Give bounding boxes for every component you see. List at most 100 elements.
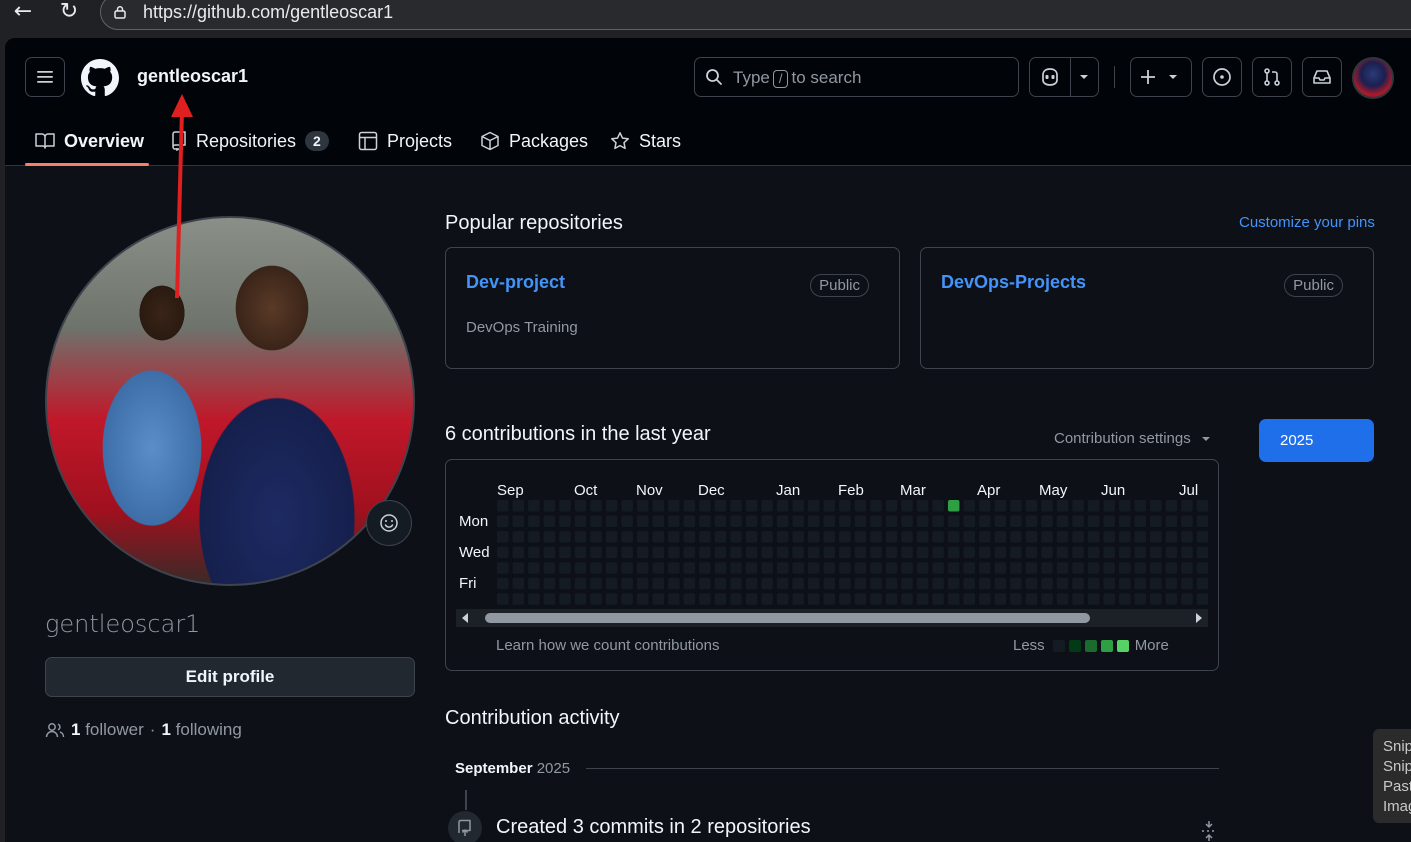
- issues-button[interactable]: [1202, 57, 1242, 97]
- following-link[interactable]: 1 following: [161, 720, 241, 740]
- contribution-cell[interactable]: [1103, 500, 1115, 512]
- contribution-cell[interactable]: [1072, 593, 1084, 605]
- contribution-cell[interactable]: [1056, 531, 1069, 543]
- contribution-cell[interactable]: [947, 593, 960, 605]
- contribution-cell[interactable]: [528, 500, 540, 512]
- contribution-cell[interactable]: [776, 531, 789, 543]
- contribution-cell[interactable]: [1041, 577, 1053, 590]
- copilot-button[interactable]: [1029, 57, 1099, 97]
- contribution-cell[interactable]: [808, 531, 820, 543]
- set-status-button[interactable]: [366, 500, 412, 546]
- contribution-cell[interactable]: [1134, 531, 1147, 543]
- contribution-cell[interactable]: [776, 515, 789, 528]
- contribution-cell[interactable]: [963, 562, 976, 574]
- contribution-cell[interactable]: [1103, 593, 1115, 605]
- contribution-cell[interactable]: [668, 546, 680, 559]
- contribution-cell[interactable]: [916, 577, 929, 590]
- contribution-cell[interactable]: [512, 515, 525, 528]
- contribution-cell[interactable]: [979, 546, 991, 559]
- contribution-cell[interactable]: [792, 531, 804, 543]
- contribution-cell[interactable]: [668, 562, 680, 574]
- contribution-cell[interactable]: [839, 577, 851, 590]
- contribution-cell[interactable]: [854, 515, 867, 528]
- contribution-cell[interactable]: [916, 500, 929, 512]
- contribution-cell[interactable]: [885, 562, 898, 574]
- contribution-cell[interactable]: [512, 562, 525, 574]
- contribution-cell[interactable]: [823, 500, 836, 512]
- contribution-cell[interactable]: [1165, 546, 1178, 559]
- tab-stars[interactable]: Stars: [610, 116, 681, 166]
- contribution-cell[interactable]: [699, 593, 711, 605]
- contribution-cell[interactable]: [590, 531, 602, 543]
- contribution-cell[interactable]: [1119, 531, 1131, 543]
- contribution-cell[interactable]: [636, 546, 649, 559]
- contribution-cell[interactable]: [590, 515, 602, 528]
- contribution-cell[interactable]: [963, 546, 976, 559]
- contribution-cell[interactable]: [652, 562, 665, 574]
- contribution-cell[interactable]: [901, 500, 913, 512]
- chevron-down-icon[interactable]: [1079, 73, 1089, 81]
- contribution-cell[interactable]: [1181, 500, 1193, 512]
- contribution-cell[interactable]: [963, 531, 976, 543]
- contribution-cell[interactable]: [528, 546, 540, 559]
- contribution-cell[interactable]: [636, 531, 649, 543]
- contribution-cell[interactable]: [885, 546, 898, 559]
- contribution-cell[interactable]: [1041, 515, 1053, 528]
- contribution-cell[interactable]: [963, 515, 976, 528]
- contribution-cell[interactable]: [839, 531, 851, 543]
- contribution-cell[interactable]: [854, 531, 867, 543]
- contribution-cell[interactable]: [1025, 546, 1038, 559]
- contribution-cell[interactable]: [1072, 500, 1084, 512]
- contribution-cell[interactable]: [512, 531, 525, 543]
- contribution-cell[interactable]: [823, 577, 836, 590]
- reload-icon[interactable]: ↻: [54, 0, 84, 26]
- contribution-cell[interactable]: [808, 593, 820, 605]
- contribution-cell[interactable]: [979, 577, 991, 590]
- contribution-cell[interactable]: [574, 515, 587, 528]
- contribution-cell[interactable]: [1010, 500, 1022, 512]
- contribution-cell[interactable]: [761, 531, 773, 543]
- contribution-cell[interactable]: [1103, 577, 1115, 590]
- contribution-cell[interactable]: [808, 515, 820, 528]
- contribution-cell[interactable]: [745, 515, 758, 528]
- contribution-cell[interactable]: [870, 562, 882, 574]
- contribution-cell[interactable]: [1119, 562, 1131, 574]
- contribution-cell[interactable]: [808, 577, 820, 590]
- contribution-cell[interactable]: [839, 500, 851, 512]
- contribution-cell[interactable]: [1134, 500, 1147, 512]
- scrollbar-thumb[interactable]: [485, 613, 1090, 623]
- contribution-cell[interactable]: [668, 531, 680, 543]
- contribution-cell[interactable]: [1119, 515, 1131, 528]
- contribution-cell[interactable]: [730, 562, 742, 574]
- contribution-cell[interactable]: [636, 515, 649, 528]
- contribution-cell[interactable]: [1087, 531, 1100, 543]
- contribution-cell[interactable]: [605, 500, 618, 512]
- contribution-cell[interactable]: [1134, 577, 1147, 590]
- contribution-cell[interactable]: [730, 500, 742, 512]
- contribution-cell[interactable]: [885, 515, 898, 528]
- contribution-cell[interactable]: [683, 531, 696, 543]
- contribution-cell[interactable]: [574, 562, 587, 574]
- contribution-cell[interactable]: [1196, 531, 1209, 543]
- contribution-cell[interactable]: [605, 577, 618, 590]
- contribution-cell[interactable]: [854, 593, 867, 605]
- year-2025-button[interactable]: 2025: [1259, 419, 1374, 462]
- contribution-cell[interactable]: [1010, 577, 1022, 590]
- contribution-cell[interactable]: [1150, 500, 1162, 512]
- contribution-cell[interactable]: [699, 562, 711, 574]
- contribution-cell[interactable]: [668, 577, 680, 590]
- contribution-cell[interactable]: [870, 577, 882, 590]
- contribution-cell[interactable]: [1119, 546, 1131, 559]
- contribution-cell[interactable]: [543, 515, 556, 528]
- contribution-cell[interactable]: [1056, 515, 1069, 528]
- contribution-cell[interactable]: [621, 577, 633, 590]
- contribution-cell[interactable]: [668, 500, 680, 512]
- contribution-cell[interactable]: [901, 577, 913, 590]
- contribution-cell[interactable]: [745, 546, 758, 559]
- inbox-button[interactable]: [1302, 57, 1342, 97]
- contribution-cell[interactable]: [792, 593, 804, 605]
- contribution-cell[interactable]: [823, 562, 836, 574]
- contribution-cell[interactable]: [745, 593, 758, 605]
- header-username[interactable]: gentleoscar1: [137, 66, 248, 87]
- contribution-cell[interactable]: [497, 500, 509, 512]
